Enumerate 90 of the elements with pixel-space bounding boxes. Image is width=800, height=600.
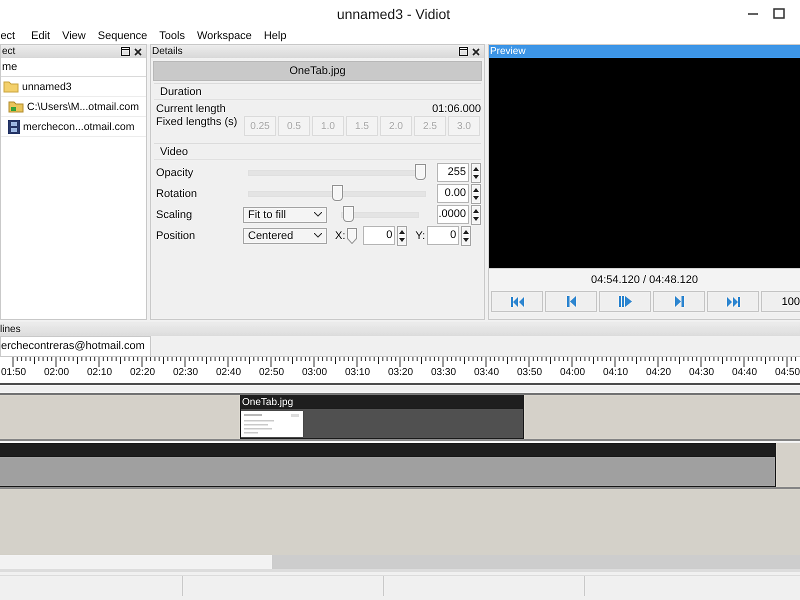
restore-icon[interactable] bbox=[459, 47, 468, 56]
number-field[interactable]: 0 bbox=[363, 226, 396, 245]
window-title: unnamed3 - Vidiot bbox=[336, 6, 452, 22]
spin-buttons[interactable] bbox=[397, 226, 408, 246]
step-back-icon bbox=[566, 296, 576, 307]
time-label: 03:50 bbox=[516, 367, 544, 378]
menu-item[interactable]: ject bbox=[0, 30, 26, 42]
audio-clip[interactable] bbox=[0, 443, 776, 487]
horizontal-scrollbar[interactable] bbox=[0, 555, 800, 572]
dropdown[interactable]: Centered bbox=[243, 228, 327, 244]
section-heading: Duration bbox=[154, 85, 481, 100]
time-label: 04:10 bbox=[602, 367, 630, 378]
tree-item[interactable]: merchecon...otmail.com bbox=[23, 120, 134, 132]
close-icon[interactable] bbox=[134, 48, 142, 56]
menu-item[interactable]: Edit bbox=[25, 30, 56, 42]
panel-title: Details bbox=[152, 46, 184, 57]
slider-thumb[interactable] bbox=[414, 164, 426, 180]
length-value: 01:06.000 bbox=[432, 103, 481, 115]
scrollbar-thumb[interactable] bbox=[272, 555, 800, 569]
timeline-tab[interactable]: erchecontreras@hotmail.com bbox=[0, 336, 151, 356]
time-label: 02:30 bbox=[172, 367, 200, 378]
close-icon[interactable] bbox=[472, 48, 480, 56]
dropdown[interactable]: Fit to fill bbox=[243, 206, 327, 222]
play-icon bbox=[618, 296, 632, 307]
slider-thumb[interactable] bbox=[343, 206, 354, 222]
time-label: 03:10 bbox=[344, 367, 372, 378]
number-field[interactable]: 0.00 bbox=[437, 184, 469, 203]
clip-title: OneTab.jpg bbox=[241, 396, 523, 409]
film-icon bbox=[8, 120, 20, 134]
tree-item[interactable]: unnamed3 bbox=[22, 80, 72, 92]
field-label: Y: bbox=[415, 230, 426, 242]
number-field[interactable]: 0 bbox=[427, 226, 460, 245]
step-forward-icon bbox=[674, 296, 684, 307]
panel-title: lines bbox=[0, 324, 22, 334]
field-label: Scaling bbox=[156, 208, 194, 220]
field-label: Position bbox=[156, 230, 196, 242]
time-label: 02:10 bbox=[86, 367, 114, 378]
number-field[interactable]: .0000 bbox=[437, 205, 469, 224]
time-label: 02:50 bbox=[258, 367, 286, 378]
field-label: Current length bbox=[156, 103, 226, 115]
panel-title: ect bbox=[2, 46, 16, 57]
time-label: 03:20 bbox=[386, 367, 414, 378]
caret-icon bbox=[314, 212, 322, 217]
menu-item[interactable]: Workspace bbox=[190, 30, 258, 42]
video-clip[interactable]: OneTab.jpg bbox=[240, 395, 524, 439]
menu-item[interactable]: View bbox=[56, 30, 92, 42]
field-label: X: bbox=[335, 230, 346, 242]
spin-buttons[interactable] bbox=[461, 226, 472, 246]
time-label: 03:00 bbox=[300, 367, 328, 378]
restore-icon[interactable] bbox=[121, 47, 130, 56]
skip-forward-icon bbox=[726, 296, 740, 306]
number-field[interactable]: 255 bbox=[437, 163, 469, 182]
time-label: 01:50 bbox=[0, 367, 28, 378]
time-label: 04:40 bbox=[730, 367, 758, 378]
file-name-header: OneTab.jpg bbox=[153, 61, 482, 81]
caret-icon bbox=[314, 233, 322, 238]
slider-thumb[interactable] bbox=[347, 228, 358, 244]
time-label: 04:20 bbox=[644, 367, 672, 378]
time-label: 02:40 bbox=[214, 367, 242, 378]
playback-button[interactable] bbox=[653, 291, 706, 312]
time-label: 02:00 bbox=[42, 367, 70, 378]
tree-item[interactable]: C:\Users\M...otmail.com bbox=[27, 100, 140, 112]
spin-buttons[interactable] bbox=[471, 162, 481, 182]
playback-button[interactable] bbox=[545, 291, 598, 312]
time-label: 04:30 bbox=[688, 367, 716, 378]
playback-button[interactable] bbox=[707, 291, 760, 312]
field-label: Rotation bbox=[156, 188, 198, 200]
column-header[interactable]: me bbox=[1, 58, 146, 77]
time-label: 03:40 bbox=[472, 367, 500, 378]
time-label: 04:00 bbox=[558, 367, 586, 378]
zoom-button[interactable]: 100 bbox=[761, 291, 800, 312]
time-label: 03:30 bbox=[430, 367, 458, 378]
folder-icon bbox=[3, 80, 19, 93]
panel-title: Preview bbox=[490, 46, 527, 57]
section-heading: Video bbox=[154, 145, 481, 160]
slider-thumb[interactable] bbox=[332, 184, 343, 200]
maximize-icon[interactable] bbox=[773, 8, 785, 19]
menu-item[interactable]: Sequence bbox=[92, 30, 154, 42]
skip-back-icon bbox=[510, 296, 524, 306]
spin-buttons[interactable] bbox=[471, 184, 481, 204]
menu-item[interactable]: Tools bbox=[153, 30, 191, 42]
time-label: 02:20 bbox=[128, 367, 156, 378]
menu-item[interactable]: Help bbox=[258, 30, 292, 42]
field-label: Opacity bbox=[156, 166, 194, 178]
spin-buttons[interactable] bbox=[471, 204, 481, 224]
folder-icon bbox=[8, 100, 24, 113]
field-label: Fixed lengths (s) bbox=[156, 116, 238, 128]
playback-button[interactable] bbox=[599, 291, 652, 312]
playback-button[interactable] bbox=[491, 291, 544, 312]
time-label: 04:50 bbox=[774, 367, 800, 378]
